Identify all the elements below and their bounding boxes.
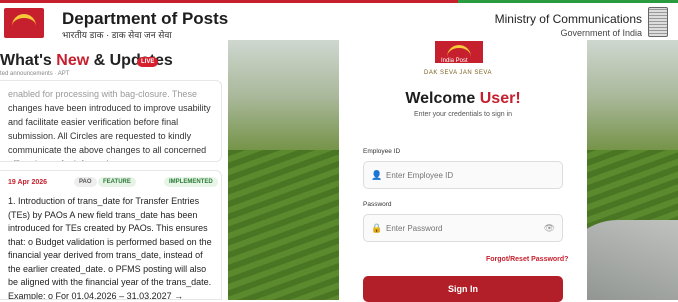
tag-pao: PAO xyxy=(74,177,97,187)
top-header: Department of Posts भारतीय डाक · डाक सेव… xyxy=(0,0,678,40)
password-input[interactable] xyxy=(386,220,546,237)
sign-in-button[interactable]: Sign In xyxy=(363,276,563,302)
update-text-faded: enabled for processing with bag-closure.… xyxy=(8,89,197,99)
updates-subtitle: ted announcements · APT xyxy=(0,71,70,77)
lock-icon: 🔒 xyxy=(371,223,383,233)
government-name: Government of India xyxy=(560,28,642,38)
ministry-name: Ministry of Communications xyxy=(494,12,642,26)
india-post-logo-icon xyxy=(4,8,44,38)
password-label: Password xyxy=(363,201,392,208)
update-text: changes have been introduced to improve … xyxy=(8,103,211,161)
employee-id-input[interactable] xyxy=(386,167,546,184)
eye-icon[interactable]: 👁 xyxy=(544,223,555,234)
dak-seva-tagline: DAK SEVA JAN SEVA xyxy=(424,70,492,76)
welcome-heading: Welcome User! xyxy=(405,90,521,107)
tag-implemented: IMPLEMENTED xyxy=(164,177,218,187)
user-icon: 👤 xyxy=(371,170,383,180)
employee-id-label: Employee ID xyxy=(363,148,401,155)
update-date: 19 Apr 2026 xyxy=(8,179,48,186)
national-emblem-icon xyxy=(648,7,668,37)
accent-stripe xyxy=(458,0,678,3)
logo-text: India Post xyxy=(441,58,468,64)
login-instructions: Enter your credentials to sign in xyxy=(413,111,513,118)
update-card[interactable]: enabled for processing with bag-closure.… xyxy=(0,80,222,162)
employee-id-field[interactable]: 👤 xyxy=(363,161,563,189)
department-title: Department of Posts xyxy=(62,9,229,28)
update-text: 1. Introduction of trans_date for Transf… xyxy=(8,196,212,300)
tag-feature: FEATURE xyxy=(98,177,136,187)
new-word: New xyxy=(56,52,90,69)
password-field[interactable]: 🔒 👁 xyxy=(363,214,563,242)
forgot-password-link[interactable]: Forgot/Reset Password? xyxy=(486,256,568,263)
live-badge: LIVE xyxy=(137,57,159,67)
update-card[interactable]: 19 Apr 2026 PAO FEATURE IMPLEMENTED 1. I… xyxy=(0,170,222,300)
